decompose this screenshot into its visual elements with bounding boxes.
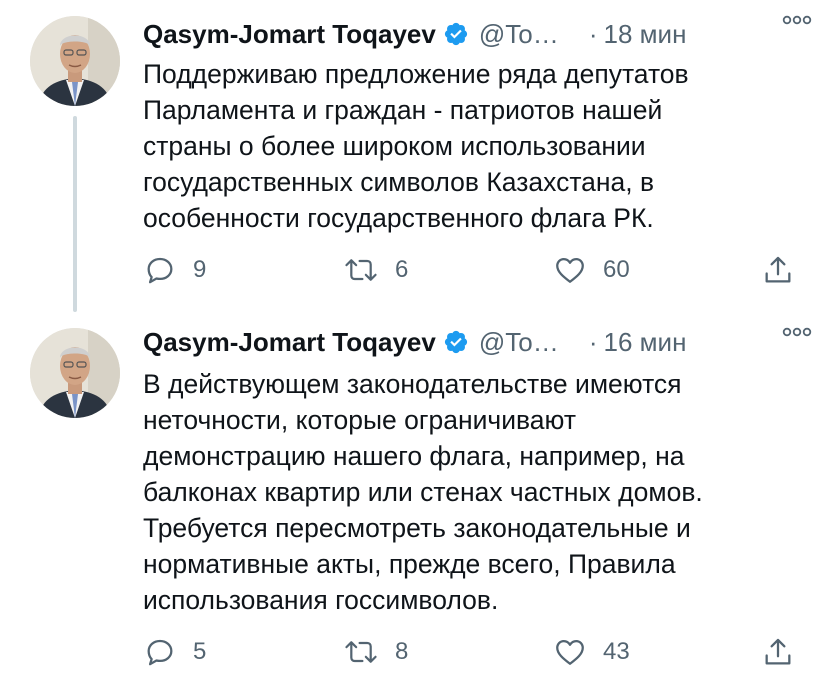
heart-icon — [556, 639, 584, 665]
share-icon — [765, 256, 791, 283]
share-button[interactable] — [761, 632, 795, 672]
like-button[interactable]: 60 — [553, 250, 630, 290]
share-icon — [765, 638, 791, 665]
tweet-text: Поддерживаю предложение ряда депутатов П… — [143, 59, 689, 233]
tweet[interactable]: Qasym-Jomart Toqayev @To… · 16 мин В дей… — [0, 320, 828, 682]
tweet[interactable]: Qasym-Jomart Toqayev @To… · 18 мин Подде… — [0, 0, 828, 320]
reply-button[interactable]: 5 — [143, 632, 206, 672]
retweet-count: 6 — [395, 256, 409, 283]
avatar[interactable] — [30, 16, 120, 106]
reply-icon — [147, 639, 173, 666]
reply-count: 5 — [193, 638, 207, 665]
reply-count: 9 — [193, 256, 207, 283]
like-count: 60 — [603, 256, 630, 283]
retweet-button[interactable]: 6 — [343, 250, 408, 290]
tweet-actions: 9 6 60 — [143, 250, 803, 290]
like-button[interactable]: 43 — [553, 632, 630, 672]
retweet-icon — [345, 259, 377, 281]
tweet-header: Qasym-Jomart Toqayev @To… · 16 мин — [143, 322, 808, 362]
thread-connector-line — [73, 116, 77, 312]
tweet-text: В действующем законодательстве имеются н… — [143, 369, 703, 615]
reply-button[interactable]: 9 — [143, 250, 206, 290]
retweet-count: 8 — [395, 638, 409, 665]
avatar-photo — [30, 16, 120, 106]
separator-dot: · — [588, 18, 598, 49]
avatar[interactable] — [30, 328, 120, 418]
display-name[interactable]: Qasym-Jomart Toqayev — [143, 327, 436, 358]
display-name[interactable]: Qasym-Jomart Toqayev — [143, 19, 436, 50]
username-handle[interactable]: @To… — [479, 327, 567, 358]
timestamp[interactable]: 16 мин — [604, 327, 687, 358]
more-options-icon[interactable] — [782, 324, 812, 340]
more-options-icon[interactable] — [782, 12, 812, 28]
separator-dot: · — [588, 326, 598, 357]
retweet-icon — [345, 641, 377, 663]
tweet-header: Qasym-Jomart Toqayev @To… · 18 мин — [143, 14, 808, 54]
heart-icon — [556, 257, 584, 283]
reply-icon — [147, 257, 173, 284]
verified-badge-icon — [444, 22, 467, 46]
timestamp[interactable]: 18 мин — [604, 19, 687, 50]
avatar-photo — [30, 328, 120, 418]
username-handle[interactable]: @To… — [479, 19, 567, 50]
verified-badge-icon — [444, 330, 467, 354]
like-count: 43 — [603, 638, 630, 665]
retweet-button[interactable]: 8 — [343, 632, 408, 672]
share-button[interactable] — [761, 250, 795, 290]
tweet-thread: Qasym-Jomart Toqayev @To… · 18 мин Подде… — [0, 0, 828, 682]
tweet-actions: 5 8 43 — [143, 632, 803, 672]
